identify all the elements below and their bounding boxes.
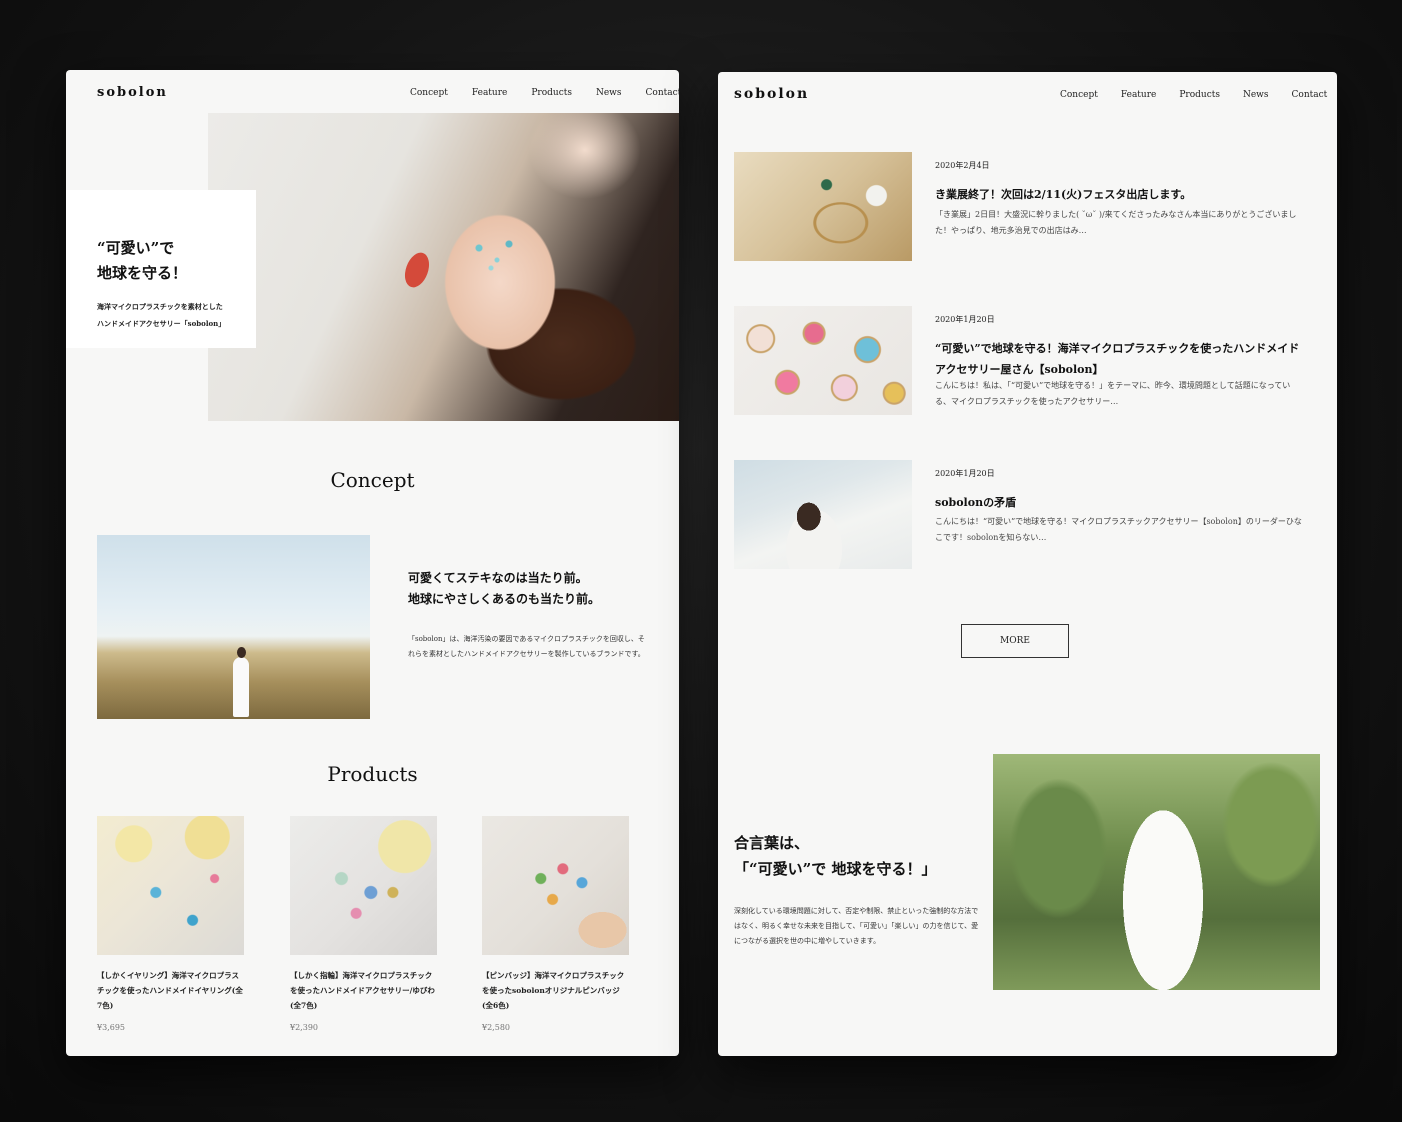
nav-item-concept[interactable]: Concept [1060, 90, 1098, 100]
product-price: ¥3,695 [97, 1023, 125, 1032]
main-nav: Concept Feature Products News Contact [1060, 90, 1337, 100]
hero-subtitle: 海洋マイクロプラスチックを素材とした ハンドメイドアクセサリー「sobolon」 [97, 302, 226, 328]
news-thumbnail[interactable] [734, 460, 912, 569]
main-nav: Concept Feature Products News Contact [410, 88, 679, 98]
news-date: 2020年2月4日 [935, 161, 990, 170]
hero-glitter [467, 236, 528, 277]
product-price: ¥2,390 [290, 1023, 318, 1032]
concept-person [233, 657, 249, 717]
nav-item-concept[interactable]: Concept [410, 88, 448, 98]
hero-title: “可愛い”で 地球を守る！ [97, 239, 188, 282]
nav-item-news[interactable]: News [596, 88, 622, 98]
motto-text: 深刻化している環境問題に対して、否定や制限、禁止といった強制的な方法ではなく、明… [734, 907, 979, 945]
nav-item-contact: Contact [645, 88, 679, 98]
concept-person-head [237, 647, 246, 658]
product-image[interactable] [290, 816, 437, 955]
hero-image [208, 113, 679, 421]
concept-title: 可愛くてステキなのは当たり前。 地球にやさしくあるのも当たり前。 [408, 571, 601, 606]
nav-item-news[interactable]: News [1243, 90, 1269, 100]
concept-heading: Concept [330, 468, 415, 492]
news-excerpt: こんにちは！私は、「“可愛い”で地球を守る！」をテーマに、昨今、環境問題として話… [935, 381, 1291, 406]
product-image[interactable] [97, 816, 244, 955]
motto-title: 合言葉は、 「“可愛い”で 地球を守る！」 [734, 834, 937, 878]
news-excerpt: 「き業展」2日目！大盛況に幹りました( ˘ω˘ )/来てくださったみなさん本当に… [935, 210, 1297, 235]
nav-item-contact[interactable]: Contact [1292, 90, 1328, 100]
nav-item-feature[interactable]: Feature [1121, 90, 1157, 100]
site-logo[interactable]: sobolon [97, 85, 168, 100]
product-name[interactable]: 【しかく指輪】海洋マイクロプラスチックを使ったハンドメイドアクセサリー/ゆびわ(… [290, 968, 437, 1013]
news-excerpt: こんにちは！“可愛い”で地球を守る！マイクロプラスチックアクセサリー【sobol… [935, 517, 1302, 542]
product-card[interactable]: 【ピンバッジ】海洋マイクロプラスチックを使ったsobolonオリジナルピンバッジ… [482, 816, 629, 1032]
news-thumbnail[interactable] [734, 152, 912, 261]
news-date: 2020年1月20日 [935, 469, 995, 478]
news-title[interactable]: き業展終了！次回は2/11(火)フェスタ出店します。 [935, 184, 1305, 205]
product-name[interactable]: 【ピンバッジ】海洋マイクロプラスチックを使ったsobolonオリジナルピンバッジ… [482, 968, 629, 1013]
nav-item-feature[interactable]: Feature [472, 88, 508, 98]
products-heading: Products [327, 762, 418, 786]
news-date: 2020年1月20日 [935, 315, 995, 324]
page-mockup-home: sobolon Concept Feature Products News Co… [66, 70, 679, 1056]
nav-item-products[interactable]: Products [1179, 90, 1220, 100]
product-card[interactable]: 【しかくイヤリング】海洋マイクロプラスチックを使ったハンドメイドイヤリング(全7… [97, 816, 244, 1032]
product-price: ¥2,580 [482, 1023, 510, 1032]
more-button[interactable]: MORE [961, 624, 1069, 658]
product-image[interactable] [482, 816, 629, 955]
concept-image [97, 535, 370, 719]
forest-image [993, 754, 1320, 990]
site-logo[interactable]: sobolon [734, 86, 809, 102]
news-title[interactable]: “可愛い”で地球を守る！海洋マイクロプラスチックを使ったハンドメイドアクセサリー… [935, 338, 1305, 380]
product-name[interactable]: 【しかくイヤリング】海洋マイクロプラスチックを使ったハンドメイドイヤリング(全7… [97, 968, 244, 1013]
hero-lips [400, 248, 434, 291]
nav-item-products[interactable]: Products [531, 88, 572, 98]
page-mockup-news: sobolon Concept Feature Products News Co… [718, 72, 1337, 1056]
news-thumbnail[interactable] [734, 306, 912, 415]
product-card[interactable]: 【しかく指輪】海洋マイクロプラスチックを使ったハンドメイドアクセサリー/ゆびわ(… [290, 816, 437, 1032]
news-title[interactable]: sobolonの矛盾 [935, 492, 1305, 513]
concept-text: 「sobolon」は、海洋汚染の要因であるマイクロプラスチックを回収し、それらを… [408, 635, 645, 658]
